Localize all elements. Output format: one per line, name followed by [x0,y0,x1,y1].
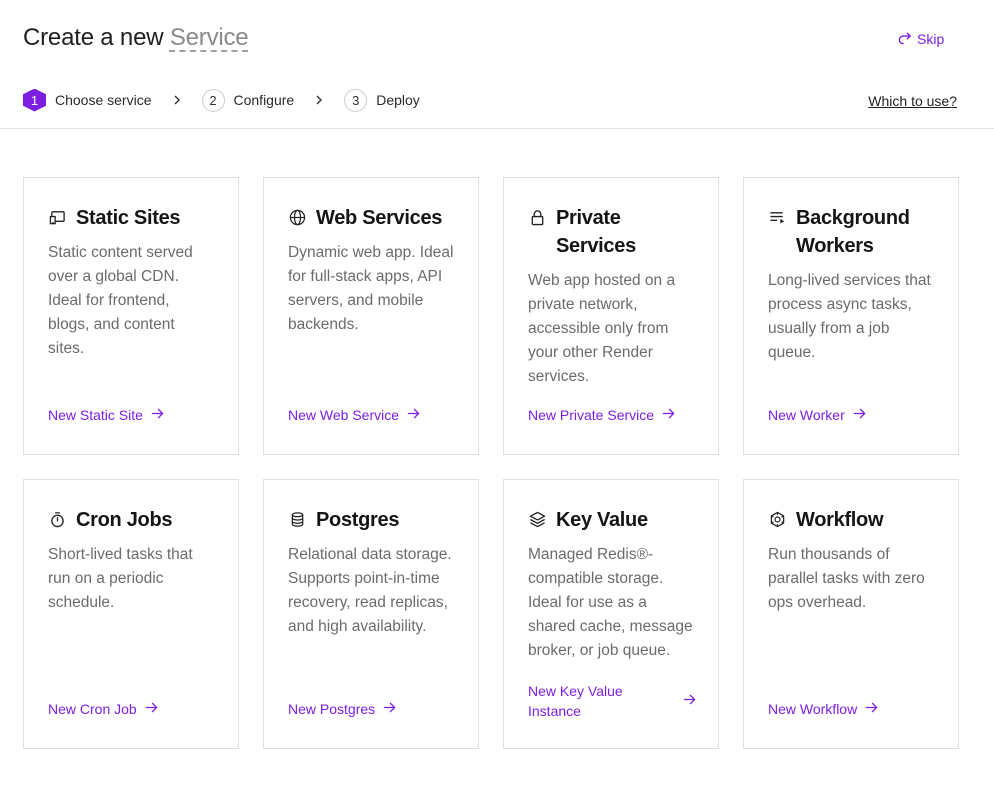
card-title: Background Workers [796,207,910,257]
static-site-icon [48,208,66,226]
stepper: 1 Choose service 2 Configure 3 Deploy [23,87,420,113]
globe-icon [288,208,306,226]
step-label: Choose service [55,92,152,108]
which-to-use-link[interactable]: Which to use? [868,93,957,109]
new-cron-job-link[interactable]: New Cron Job [48,701,158,717]
card-static-sites[interactable]: Static Sites Static content served over … [23,177,239,455]
lock-icon [528,208,546,226]
stopwatch-icon [48,510,66,528]
card-description: Static content served over a global CDN.… [48,244,193,357]
database-icon [288,510,306,528]
card-postgres[interactable]: Postgres Relational data storage. Suppor… [263,479,479,749]
list-play-icon [768,208,786,226]
chevron-right-icon [314,95,324,105]
card-key-value[interactable]: Key Value Managed Redis®-compatible stor… [503,479,719,749]
step-number-badge: 1 [23,88,46,112]
card-private-services[interactable]: Private Services Web app hosted on a pri… [503,177,719,455]
card-link-label: New Cron Job [48,701,137,717]
step-number-badge: 3 [344,88,368,112]
new-static-site-link[interactable]: New Static Site [48,407,164,423]
page-header: Create a new Service Skip 1 Choose servi… [0,0,994,129]
step-choose-service[interactable]: 1 Choose service [23,88,152,112]
page-title-prefix: Create a new [23,24,170,51]
card-title: Key Value [556,509,648,531]
card-link-label: New Private Service [528,407,655,423]
arrow-right-icon [865,701,878,717]
card-link-label: New Postgres [288,701,376,717]
card-background-workers[interactable]: Background Workers Long-lived services t… [743,177,959,455]
arrow-right-icon [683,691,696,711]
arrow-right-icon [407,407,420,423]
card-title: Private Services [556,207,636,257]
arrow-right-icon [853,407,866,423]
card-title: Postgres [316,509,400,531]
service-grid: Static Sites Static content served over … [23,177,959,749]
skip-icon [897,30,912,48]
arrow-right-icon [151,407,164,423]
chevron-right-icon [172,95,182,105]
card-description: Run thousands of parallel tasks with zer… [768,546,925,611]
step-label: Configure [233,92,295,108]
card-description: Dynamic web app. Ideal for full-stack ap… [288,244,454,333]
skip-label: Skip [917,31,945,47]
card-link-label: New Workflow [768,701,858,717]
card-web-services[interactable]: Web Services Dynamic web app. Ideal for … [263,177,479,455]
step-label: Deploy [376,92,420,108]
card-description: Web app hosted on a private network, acc… [528,272,676,385]
card-description: Short-lived tasks that run on a periodic… [48,546,193,611]
card-link-label: New Key Value Instance [528,683,623,719]
workflow-icon [768,510,786,528]
new-private-service-link[interactable]: New Private Service [528,407,675,423]
card-link-label: New Worker [768,407,845,423]
arrow-right-icon [662,407,675,423]
new-key-value-instance-link[interactable]: New Key Value Instance [528,681,696,721]
new-web-service-link[interactable]: New Web Service [288,407,420,423]
card-title: Static Sites [76,207,181,229]
card-title: Web Services [316,207,443,229]
card-workflow[interactable]: Workflow Run thousands of parallel tasks… [743,479,959,749]
arrow-right-icon [145,701,158,717]
card-link-label: New Web Service [288,407,400,423]
new-workflow-link[interactable]: New Workflow [768,701,878,717]
step-number-badge: 2 [201,88,225,112]
card-description: Managed Redis®-compatible storage. Ideal… [528,546,693,659]
card-link-label: New Static Site [48,407,143,423]
new-postgres-link[interactable]: New Postgres [288,701,396,717]
step-deploy[interactable]: 3 Deploy [344,88,420,112]
step-configure[interactable]: 2 Configure [201,88,295,112]
card-title: Workflow [796,509,884,531]
card-description: Relational data storage. Supports point-… [288,546,452,635]
card-title: Cron Jobs [76,509,173,531]
card-description: Long-lived services that process async t… [768,272,931,361]
page-title: Create a new Service [23,24,249,52]
card-cron-jobs[interactable]: Cron Jobs Short-lived tasks that run on … [23,479,239,749]
arrow-right-icon [383,701,396,717]
new-worker-link[interactable]: New Worker [768,407,866,423]
skip-button[interactable]: Skip [897,30,944,48]
layers-icon [528,510,546,528]
page-title-accent[interactable]: Service [170,24,249,51]
